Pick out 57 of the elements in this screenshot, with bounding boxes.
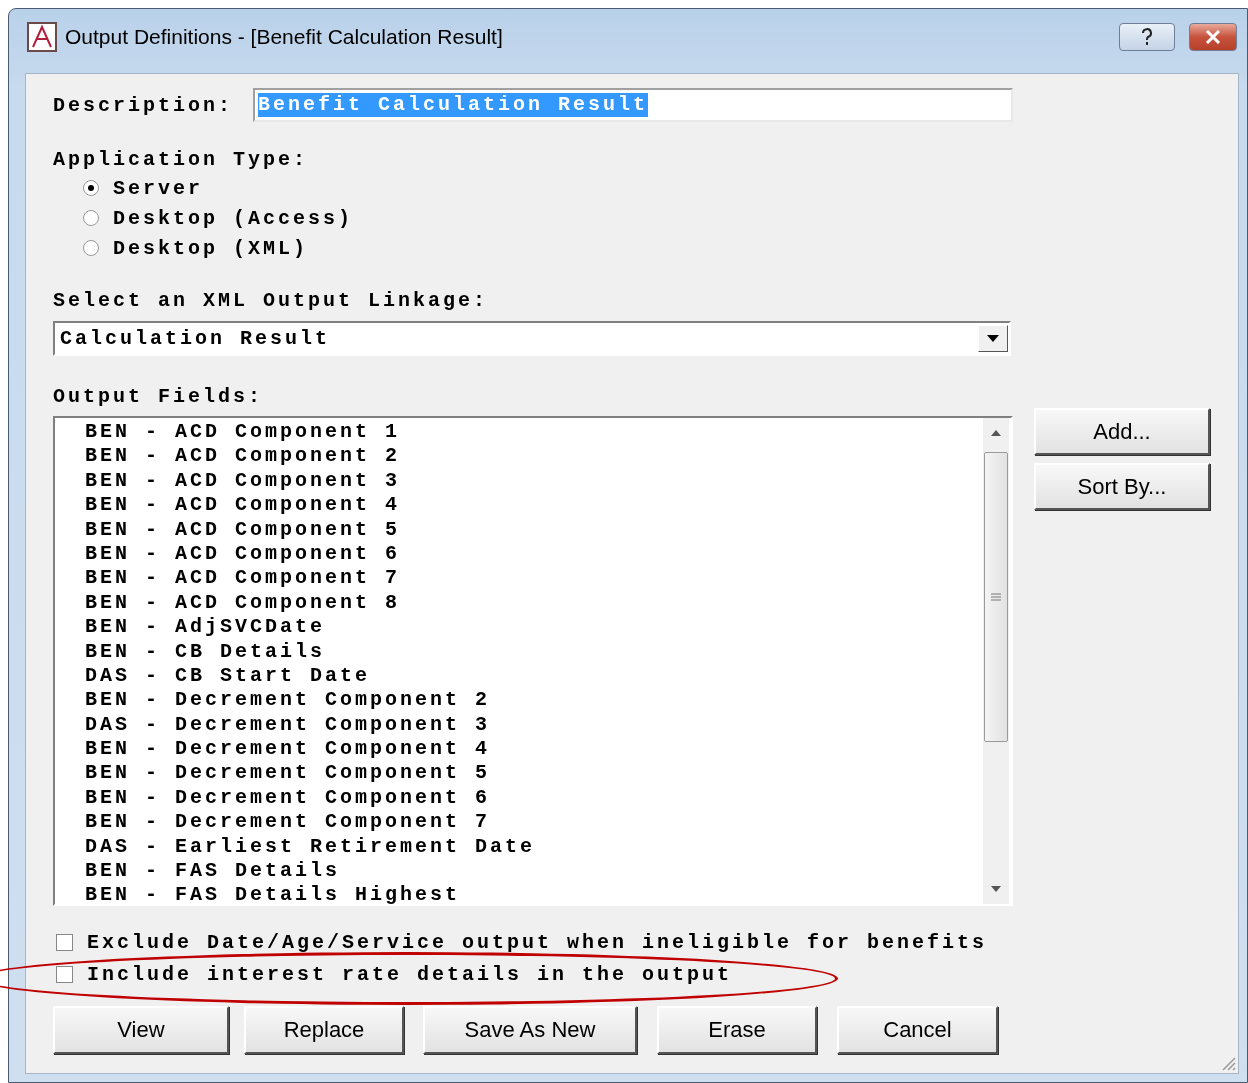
list-item[interactable]: DAS - CB Start Date [85, 663, 983, 689]
dialog-button[interactable]: Replace [244, 1006, 404, 1054]
close-icon [1204, 30, 1222, 44]
close-button[interactable] [1189, 23, 1237, 51]
side-button[interactable]: Sort By... [1034, 463, 1210, 510]
list-item[interactable]: BEN - ACD Component 1 [85, 420, 983, 445]
radio-button[interactable] [83, 180, 99, 196]
radio-button[interactable] [83, 210, 99, 226]
checkbox[interactable] [56, 965, 73, 983]
radio-label: Server [113, 176, 203, 200]
dropdown-value: Calculation Result [59, 327, 332, 350]
list-item[interactable]: BEN - FAS Details Highest [85, 883, 983, 904]
list-item[interactable]: BEN - Decrement Component 2 [85, 688, 983, 713]
dialog-button[interactable]: Cancel [837, 1006, 998, 1054]
grip-icon [991, 593, 1001, 601]
list-item[interactable]: BEN - FAS Details [85, 859, 983, 884]
list-item[interactable]: BEN - ACD Component 2 [85, 444, 983, 469]
list-item[interactable]: BEN - AdjSVCDate [85, 615, 983, 640]
list-item[interactable]: BEN - Decrement Component 7 [85, 810, 983, 835]
checkbox[interactable] [56, 933, 73, 951]
list-item[interactable]: BEN - Decrement Component 4 [85, 737, 983, 762]
checkbox-label: Exclude Date/Age/Service output when ineligible for benefits [87, 930, 988, 954]
scrollbar-thumb[interactable] [984, 452, 1008, 742]
help-icon [1140, 28, 1154, 46]
output-fields-list[interactable] [53, 416, 1013, 906]
list-item[interactable]: BEN - Decrement Component 5 [85, 761, 983, 786]
checkbox-label: Include interest rate details in the output [87, 962, 733, 986]
list-item[interactable]: BEN - ACD Component 4 [85, 493, 983, 518]
dialog-button[interactable]: View [53, 1006, 229, 1054]
dialog-button[interactable]: Save As New [423, 1006, 637, 1054]
field-value: Benefit Calculation Result [258, 93, 649, 117]
list-item[interactable]: BEN - ACD Component 8 [85, 590, 983, 616]
radio-button[interactable] [83, 240, 99, 256]
radio-label: Desktop (Access) [113, 206, 354, 230]
list-item[interactable]: BEN - ACD Component 7 [85, 566, 983, 591]
caret-icon [987, 334, 999, 343]
section-label: Output Fields: [53, 385, 264, 408]
scroll-down-icon[interactable] [991, 886, 1001, 892]
radio-label: Desktop (XML) [113, 236, 309, 260]
list-item[interactable]: BEN - ACD Component 5 [85, 517, 983, 542]
linkage-dropdown[interactable]: Calculation Result [53, 321, 1011, 356]
help-button[interactable] [1119, 23, 1175, 51]
field-label: Description: [53, 93, 234, 117]
dialog-button[interactable]: Erase [657, 1006, 817, 1054]
scrollbar[interactable] [983, 418, 1009, 904]
scroll-up-icon[interactable] [991, 430, 1001, 436]
list-item[interactable]: BEN - Decrement Component 6 [85, 785, 983, 811]
list-item[interactable]: BEN - ACD Component 3 [85, 468, 983, 494]
section-label: Application Type: [53, 148, 309, 171]
app-icon [27, 22, 57, 52]
list-item[interactable]: DAS - Earliest Retirement Date [85, 834, 983, 860]
list-item[interactable]: BEN - CB Details [85, 639, 983, 664]
window-title: Output Definitions - [Benefit Calculation Result] [65, 25, 504, 49]
list-item[interactable]: DAS - Decrement Component 3 [85, 712, 983, 738]
side-button[interactable]: Add... [1034, 408, 1210, 455]
field-label: Select an XML Output Linkage: [53, 289, 489, 312]
list-item[interactable]: BEN - ACD Component 6 [85, 541, 983, 567]
